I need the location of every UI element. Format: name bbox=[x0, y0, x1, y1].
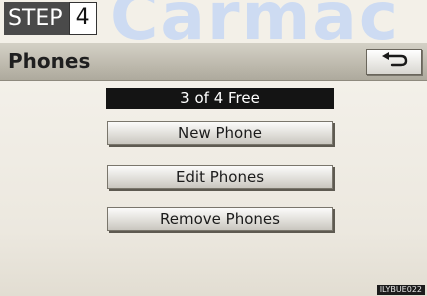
edit-phones-button[interactable]: Edit Phones bbox=[107, 165, 333, 189]
back-button[interactable] bbox=[366, 49, 422, 75]
page-title: Phones bbox=[8, 49, 91, 73]
step-number: 4 bbox=[68, 2, 97, 35]
free-slots-status: 3 of 4 Free bbox=[106, 88, 334, 109]
figure-code: ILYBUE022 bbox=[376, 285, 425, 295]
new-phone-button[interactable]: New Phone bbox=[107, 121, 333, 145]
back-arrow-icon bbox=[379, 52, 409, 72]
main-panel: 3 of 4 Free New Phone Edit Phones Remove… bbox=[0, 81, 427, 296]
title-bar: Phones bbox=[0, 43, 427, 81]
remove-phones-button[interactable]: Remove Phones bbox=[107, 207, 333, 231]
step-indicator: STEP 4 bbox=[4, 2, 97, 35]
step-label: STEP bbox=[4, 2, 69, 35]
phones-screen: Phones 3 of 4 Free New Phone Edit Phones… bbox=[0, 43, 427, 296]
